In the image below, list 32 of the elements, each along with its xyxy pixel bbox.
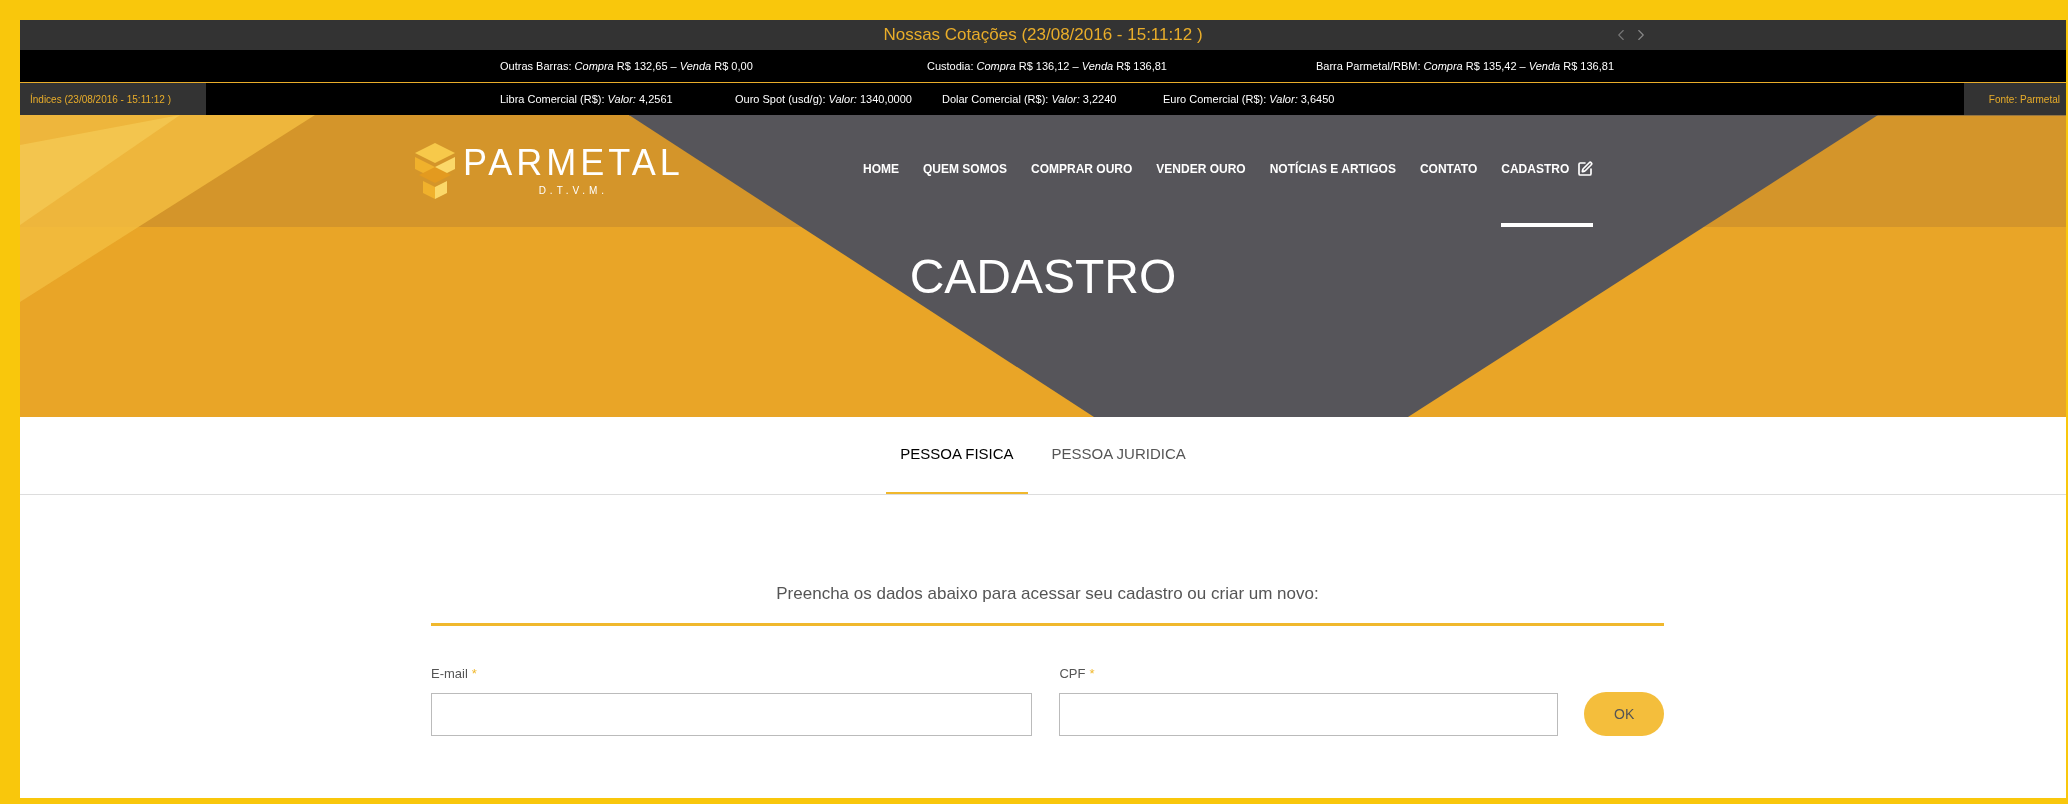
tab[interactable]: PESSOA JURIDICA <box>1037 417 1200 494</box>
required-mark: * <box>471 664 477 683</box>
index-text: Dolar Comercial (R$): Valor: 3,2240 <box>942 91 1118 107</box>
input-field[interactable] <box>1059 693 1559 736</box>
quotes-title: Nossas Cotações (23/08/2016 - 15:11:12 ) <box>883 24 1203 47</box>
source-label: Fonte: Parmetal <box>1964 83 2066 115</box>
nav-link[interactable]: NOTÍCIAS E ARTIGOS <box>1269 115 1396 227</box>
nav-link[interactable]: COMPRAR OURO <box>1031 115 1133 227</box>
index-text: Euro Comercial (R$): Valor: 3,6450 <box>1163 91 1336 107</box>
field-label: E-mail <box>431 664 468 683</box>
edit-icon <box>1577 161 1594 177</box>
quote-text: Barra Parmetal/RBM: Compra R$ 135,42 – Venda R$ 136,81 <box>1316 58 1615 74</box>
nav-link[interactable]: CADASTRO <box>1501 115 1594 227</box>
brand-name: PARMETAL <box>463 144 684 181</box>
ok-button[interactable]: OK <box>1584 692 1664 736</box>
index-text: Libra Comercial (R$): Valor: 4,2561 <box>500 91 674 107</box>
page-title: CADASTRO <box>909 253 1177 301</box>
input-field[interactable] <box>431 693 1033 736</box>
nav-link[interactable]: HOME <box>863 115 899 227</box>
index-text: Ouro Spot (usd/g): Valor: 1340,0000 <box>735 91 913 107</box>
quote-text: Outras Barras: Compra R$ 132,65 – Venda R$ 0,00 <box>500 58 754 74</box>
required-mark: * <box>1089 664 1095 683</box>
nav-link[interactable]: CONTATO <box>1419 115 1478 227</box>
logo-icon <box>415 143 455 199</box>
quote-text: Custodia: Compra R$ 136,12 – Venda R$ 136,81 <box>927 58 1168 74</box>
form-intro: Preencha os dados abaixo para acessar seu cadastro ou criar um novo: <box>775 583 1320 605</box>
indices-label: Índices (23/08/2016 - 15:11:12 ) <box>20 83 206 115</box>
tab[interactable]: PESSOA FISICA <box>886 417 1028 494</box>
nav-link[interactable]: VENDER OURO <box>1156 115 1246 227</box>
brand-tagline: D.T.V.M. <box>538 183 609 198</box>
nav-link[interactable]: QUEM SOMOS <box>923 115 1007 227</box>
field-label: CPF <box>1059 664 1086 683</box>
